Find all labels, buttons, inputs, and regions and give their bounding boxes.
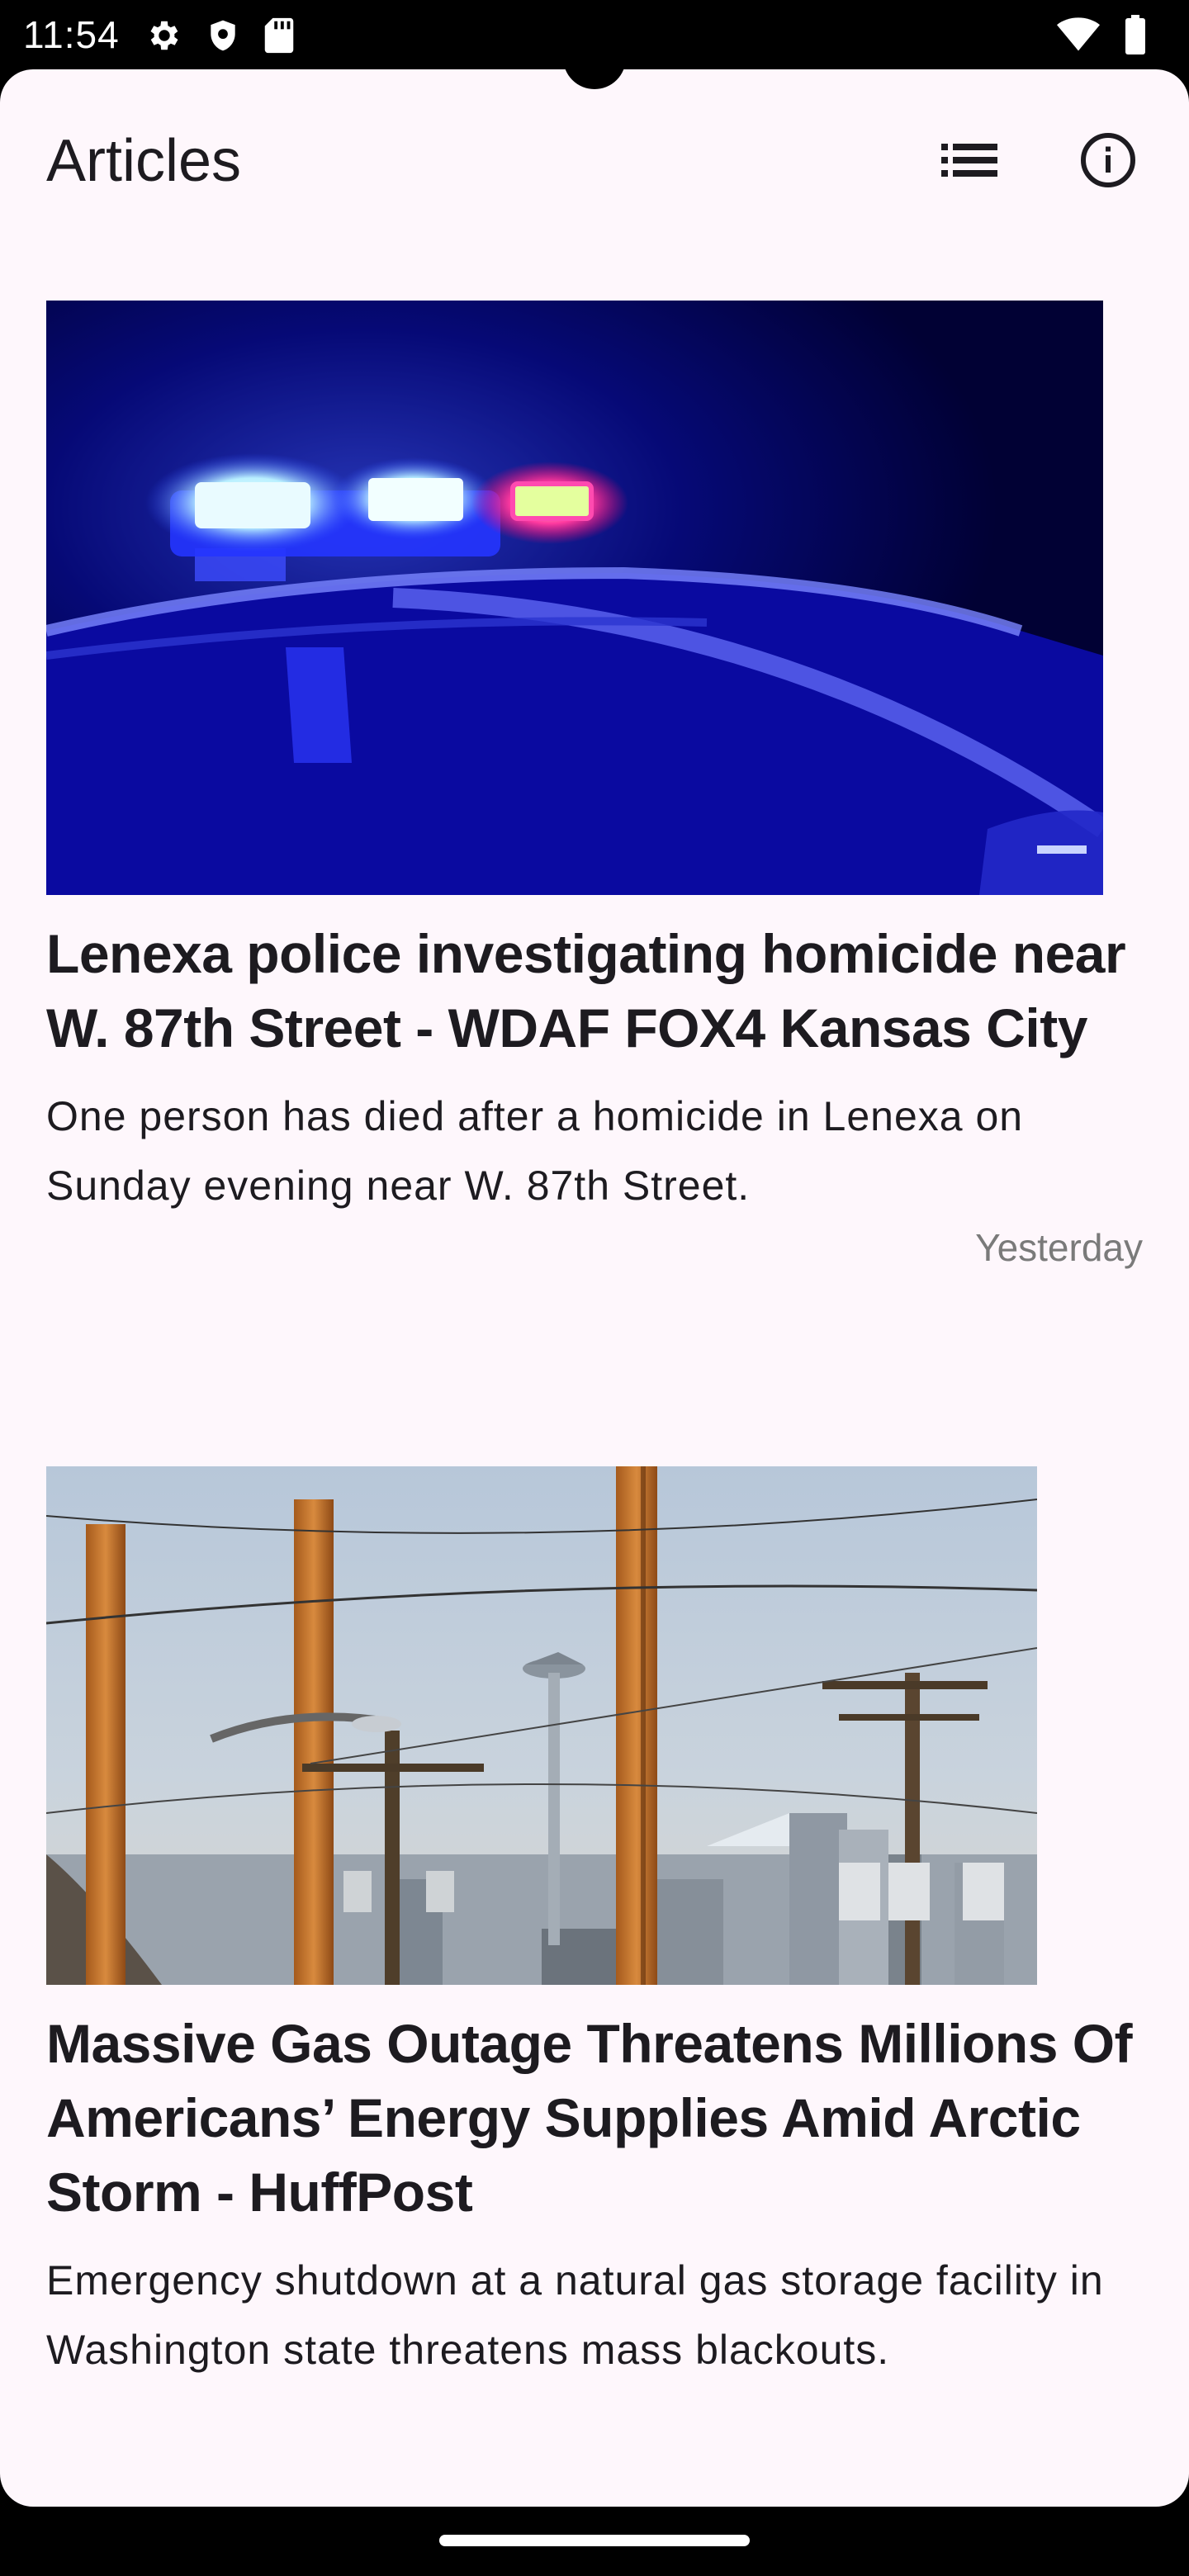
page-title: Articles xyxy=(46,128,242,194)
article-card[interactable]: Massive Gas Outage Threatens Millions Of… xyxy=(46,1466,1143,2384)
article-image[interactable] xyxy=(46,301,1103,895)
sd-card-icon xyxy=(263,17,296,59)
article-image[interactable] xyxy=(46,1466,1037,1985)
screen-corner xyxy=(1156,2474,1189,2507)
screen-corner xyxy=(0,2474,33,2507)
camera-cutout xyxy=(563,26,626,89)
info-icon xyxy=(1078,130,1138,194)
screen-corner xyxy=(0,69,33,102)
shield-icon xyxy=(205,17,241,59)
status-time: 11:54 xyxy=(23,13,120,56)
list-view-icon xyxy=(941,140,997,184)
article-title[interactable]: Lenexa police investigating homicide nea… xyxy=(46,916,1143,1065)
battery-icon xyxy=(1125,15,1146,59)
article-description: One person has died after a homicide in … xyxy=(46,1093,1024,1209)
home-gesture-handle[interactable] xyxy=(439,2535,750,2546)
wifi-icon xyxy=(1057,17,1100,57)
screen-corner xyxy=(1156,69,1189,102)
smokestacks-seattle-photo xyxy=(46,1466,1037,1985)
settings-icon xyxy=(145,17,183,59)
article-description: Emergency shutdown at a natural gas stor… xyxy=(46,2257,1104,2373)
article-date: Yesterday xyxy=(975,1226,1143,1269)
info-button[interactable] xyxy=(1068,122,1148,201)
navigation-bar xyxy=(0,2507,1189,2576)
article-card[interactable]: Lenexa police investigating homicide nea… xyxy=(46,301,1143,1270)
police-lights-photo xyxy=(46,301,1103,895)
article-title[interactable]: Massive Gas Outage Threatens Millions Of… xyxy=(46,2006,1143,2229)
list-view-button[interactable] xyxy=(930,122,1009,201)
app-bar: Articles xyxy=(0,102,1189,225)
